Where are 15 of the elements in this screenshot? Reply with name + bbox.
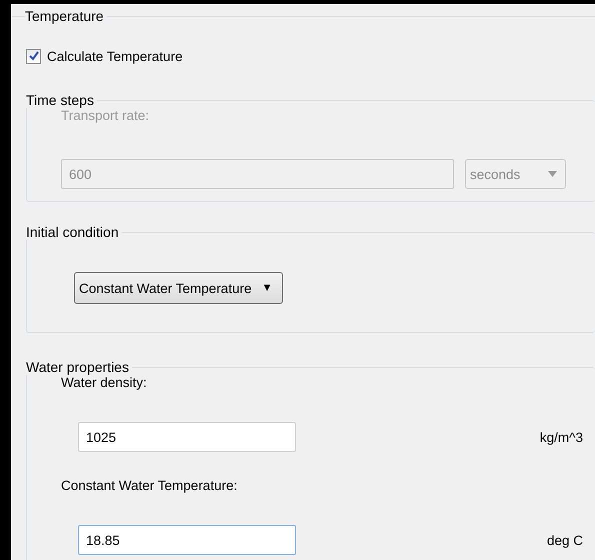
- group-title: Time steps: [26, 92, 95, 108]
- group-title: Water properties: [26, 359, 130, 375]
- group-title: Initial condition: [26, 224, 120, 240]
- field-label: Transport rate:: [61, 108, 150, 123]
- unit-label: deg C: [546, 532, 583, 548]
- field-label: Constant Water Temperature:: [61, 478, 238, 493]
- unit-label: kg/m^3: [540, 430, 583, 444]
- group-title: Temperature: [25, 8, 105, 24]
- input-field[interactable]: 1025: [78, 422, 296, 452]
- calculate-checkbox[interactable]: Calculate Temperature: [26, 46, 595, 66]
- field-label: Water density:: [61, 375, 147, 390]
- input-field[interactable]: 18.85: [78, 525, 296, 555]
- caret-icon: [548, 171, 557, 177]
- checkmark-icon: [28, 51, 38, 61]
- condition-dropdown[interactable]: Constant Water Temperature ▼: [74, 272, 284, 304]
